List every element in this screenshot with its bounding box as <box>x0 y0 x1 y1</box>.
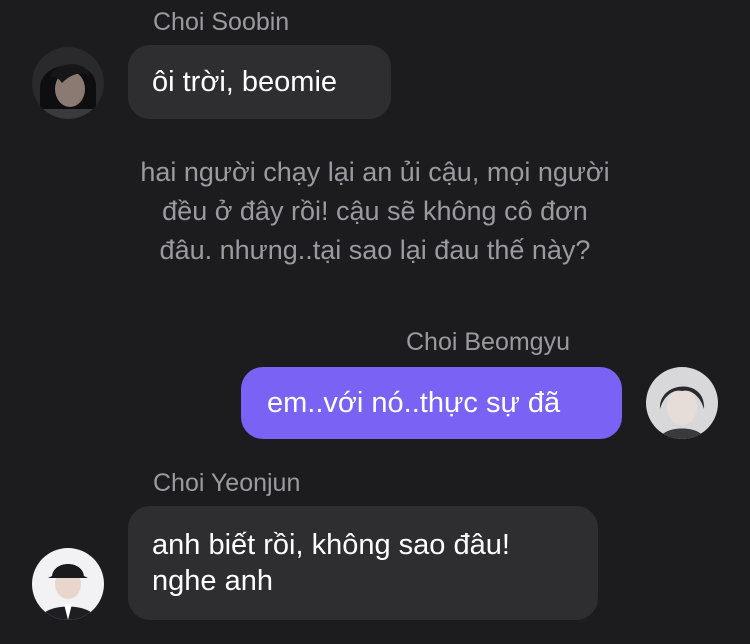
avatar-beomgyu-icon[interactable] <box>646 367 718 439</box>
avatar-soobin-icon[interactable] <box>32 47 104 119</box>
message-bubble-beomgyu[interactable]: em..với nó..thực sự đã <box>241 367 622 439</box>
message-text-line-2: nghe anh <box>152 565 273 597</box>
sender-name-yeonjun: Choi Yeonjun <box>153 469 301 497</box>
message-text-line-1: anh biết rồi, không sao đâu! <box>152 529 510 561</box>
narration-line-1: hai người chạy lại an ủi cậu, mọi người <box>140 157 610 187</box>
narration-line-2: đều ở đây rồi! cậu sẽ không cô đơn <box>162 196 588 226</box>
message-text: ôi trời, beomie <box>152 66 338 98</box>
narration-text-block: hai người chạy lại an ủi cậu, mọi người … <box>0 153 750 270</box>
narration-line-3: đâu. nhưng..tại sao lại đau thế này? <box>159 235 591 265</box>
message-text: em..với nó..thực sự đã <box>267 387 561 419</box>
message-bubble-soobin[interactable]: ôi trời, beomie <box>128 45 391 119</box>
avatar-yeonjun-icon[interactable] <box>32 548 104 620</box>
message-bubble-yeonjun[interactable]: anh biết rồi, không sao đâu! nghe anh <box>128 506 598 620</box>
sender-name-beomgyu: Choi Beomgyu <box>406 328 570 356</box>
sender-name-soobin: Choi Soobin <box>153 8 290 36</box>
